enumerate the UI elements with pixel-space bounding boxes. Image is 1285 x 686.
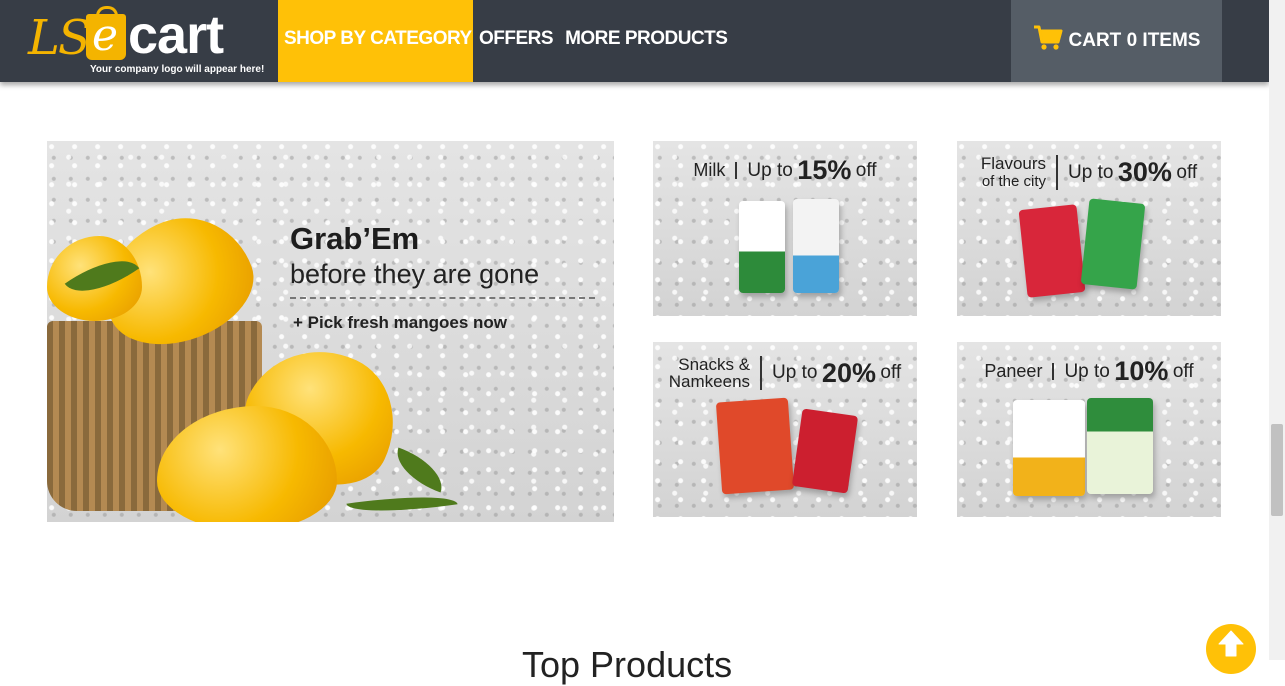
- hero-cta: + Pick fresh mangoes now: [293, 313, 507, 332]
- nav-more-products[interactable]: MORE PRODUCTS: [559, 0, 733, 82]
- promo-off: off: [1172, 360, 1194, 382]
- promo-heading: Milk Up to 15% off: [653, 155, 917, 186]
- page-scrollbar-thumb[interactable]: [1271, 424, 1283, 516]
- site-logo[interactable]: LS e cart Your company logo will appear …: [0, 0, 278, 82]
- promo-off: off: [880, 362, 902, 383]
- hero-divider: [290, 297, 595, 299]
- logo-ls-text: LS: [28, 10, 91, 66]
- hero-title: Grab’Em: [290, 221, 420, 256]
- promo-heading: Snacks & Namkeens Up to 20% off: [653, 356, 917, 390]
- promo-name: Snacks & Namkeens: [668, 356, 763, 391]
- spice-packet-image: [1080, 198, 1146, 290]
- leaf-image: [346, 488, 458, 520]
- promo-upto: Up to: [747, 159, 793, 181]
- page-scrollbar-track[interactable]: [1269, 0, 1285, 660]
- promo-off: off: [855, 159, 877, 181]
- promo-name-line2: Namkeens: [668, 372, 751, 391]
- hero-subtitle: before they are gone: [290, 259, 540, 289]
- top-navbar: LS e cart Your company logo will appear …: [0, 0, 1269, 82]
- snack-packet-image: [791, 408, 859, 494]
- back-to-top-button[interactable]: [1206, 624, 1256, 674]
- logo-e-text: e: [92, 10, 119, 61]
- promo-upto: Up to: [772, 362, 818, 383]
- promo-name: Milk: [693, 161, 738, 179]
- promo-heading: Flavours of the city Up to 30% off: [957, 155, 1221, 190]
- promo-heading: Paneer Up to 10% off: [957, 356, 1221, 387]
- logo-tagline: Your company logo will appear here!: [90, 64, 265, 75]
- main-nav: SHOP BY CATEGORY OFFERS MORE PRODUCTS: [278, 0, 733, 82]
- promo-percent: 10%: [1114, 356, 1169, 386]
- paneer-packet-image: [1013, 400, 1085, 496]
- promo-name: Paneer: [984, 362, 1055, 380]
- promo-percent: 30%: [1117, 157, 1172, 187]
- cart-button[interactable]: CART 0 ITEMS: [1011, 0, 1222, 82]
- promo-upto: Up to: [1064, 360, 1110, 382]
- promo-name-line1: Flavours: [980, 154, 1047, 173]
- promo-banner-flavours[interactable]: Flavours of the city Up to 30% off: [957, 141, 1221, 316]
- promo-banner-paneer[interactable]: Paneer Up to 10% off: [957, 342, 1221, 517]
- shopping-cart-icon: [1033, 25, 1063, 50]
- milk-carton-image: [739, 201, 785, 293]
- cart-label: CART 0 ITEMS: [1068, 30, 1201, 51]
- promo-percent: 20%: [821, 357, 876, 388]
- snack-packet-image: [715, 397, 795, 495]
- promo-off: off: [1176, 161, 1198, 183]
- promo-banner-snacks[interactable]: Snacks & Namkeens Up to 20% off: [653, 342, 917, 517]
- hero-banner-mangoes[interactable]: Grab’Em before they are gone + Pick fres…: [47, 141, 614, 522]
- logo-mark: LS e cart: [28, 5, 258, 68]
- promo-upto: Up to: [1068, 161, 1114, 183]
- arrow-up-icon: [1218, 630, 1244, 657]
- paneer-packet-image: [1087, 398, 1153, 494]
- logo-cart-text: cart: [128, 5, 224, 65]
- promo-banner-milk[interactable]: Milk Up to 15% off: [653, 141, 917, 316]
- spice-packet-image: [1018, 204, 1086, 298]
- nav-shop-by-category[interactable]: SHOP BY CATEGORY: [278, 0, 473, 82]
- promo-percent: 15%: [797, 155, 852, 185]
- leaf-image: [388, 447, 451, 493]
- milk-carton-image: [793, 199, 839, 293]
- promo-name: Flavours of the city: [980, 154, 1059, 190]
- section-title-top-products: Top Products: [522, 644, 733, 685]
- nav-offers[interactable]: OFFERS: [473, 0, 559, 82]
- promo-name-line2: of the city: [981, 173, 1047, 190]
